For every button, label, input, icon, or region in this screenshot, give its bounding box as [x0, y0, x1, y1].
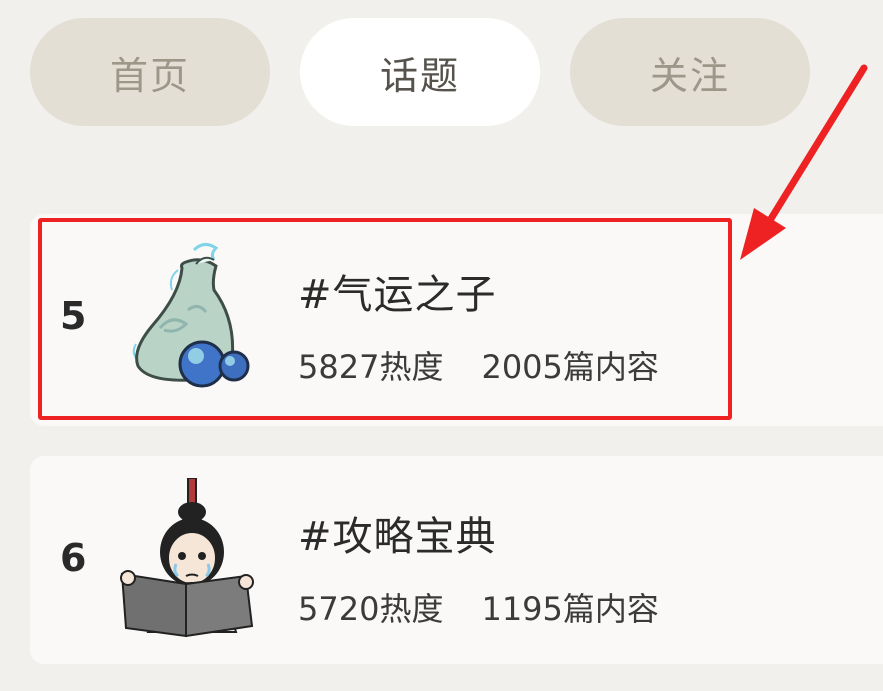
- tab-home-label: 首页: [109, 53, 190, 98]
- topic-heat: 5827热度: [298, 348, 444, 386]
- vase-icon: [132, 243, 250, 388]
- tab-topics[interactable]: 话题: [300, 18, 540, 126]
- topic-rank: 5: [60, 294, 87, 338]
- topic-posts: 1195篇内容: [481, 590, 659, 628]
- topic-posts: 2005篇内容: [481, 348, 659, 386]
- topic-title: #气运之子: [298, 272, 497, 318]
- topic-title: #攻略宝典: [298, 514, 497, 560]
- topic-meta: 5827热度 2005篇内容: [298, 342, 659, 388]
- tab-topics-label: 话题: [379, 53, 460, 98]
- tab-home[interactable]: 首页: [30, 18, 270, 126]
- topic-meta: 5720热度 1195篇内容: [298, 584, 659, 630]
- tab-follow[interactable]: 关注: [570, 18, 810, 126]
- tab-follow-label: 关注: [649, 53, 730, 98]
- topic-rank: 6: [60, 536, 87, 580]
- topic-heat: 5720热度: [298, 590, 444, 628]
- topic-card[interactable]: 5 #气运之子 5827热度 2005篇内容: [30, 214, 883, 426]
- reading-scholar-icon: [120, 478, 254, 638]
- topic-card[interactable]: 6 #攻略宝典 5720热度 1195篇内容: [30, 456, 883, 664]
